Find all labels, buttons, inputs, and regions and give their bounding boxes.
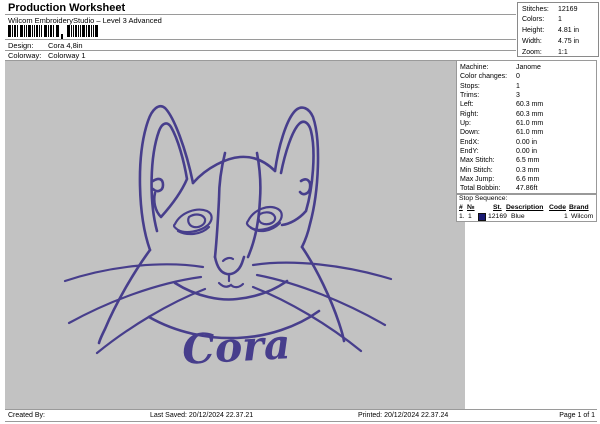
created-by-label: Created By: <box>8 411 45 420</box>
info-row: Machine:Janome <box>460 63 596 72</box>
col-header-num: # <box>459 204 463 212</box>
info-row: Max Jump:6.6 mm <box>460 175 596 184</box>
col-header-description: Description <box>506 204 543 212</box>
thread-color-swatch <box>478 213 486 221</box>
stat-row: Stitches:12169 <box>522 5 598 14</box>
footer-bottom-divider <box>5 421 597 422</box>
stat-row: Width:4.75 in <box>522 37 598 46</box>
stop-row-description: Blue <box>511 213 525 221</box>
app-subtitle: Wilcom EmbroideryStudio – Level 3 Advanc… <box>8 16 162 25</box>
info-row: Left:60.3 mm <box>460 100 596 109</box>
info-row: Color changes:0 <box>460 72 596 81</box>
design-name-text: Cora <box>181 320 292 374</box>
stop-sequence-title: Stop Sequence: <box>459 195 507 203</box>
stop-row-brand: Wilcom <box>571 213 593 221</box>
stop-row-index: 1. <box>459 213 465 221</box>
info-row: Min Stitch:0.3 mm <box>460 166 596 175</box>
col-header-st: St. <box>493 204 502 212</box>
footer-divider <box>5 409 597 410</box>
cat-embroidery-design: Cora <box>5 61 465 409</box>
page-number: Page 1 of 1 <box>559 411 595 420</box>
col-header-brand: Brand <box>569 204 589 212</box>
divider <box>5 14 516 15</box>
design-row: Design:Cora 4,8in <box>8 41 83 50</box>
info-row: EndY:0.00 in <box>460 147 596 156</box>
info-row: Total Bobbin:47.86ft <box>460 184 596 193</box>
stop-row-code: 1 <box>564 213 568 221</box>
info-row: Stops:1 <box>460 82 596 91</box>
info-row: EndX:0.00 in <box>460 138 596 147</box>
info-row: Trims:3 <box>460 91 596 100</box>
design-stats-box: Stitches:12169 Colors:1 Height:4.81 in W… <box>517 2 599 57</box>
page-title: Production Worksheet <box>8 2 125 14</box>
stat-row: Zoom:1:1 <box>522 48 598 57</box>
barcode <box>8 25 108 40</box>
stop-row-stitches: 12169 <box>488 213 507 221</box>
colorway-value: Colorway 1 <box>48 51 86 60</box>
stop-row-number: 1 <box>468 213 472 221</box>
info-row: Right:60.3 mm <box>460 110 596 119</box>
info-row: Down:61.0 mm <box>460 128 596 137</box>
colorway-row: Colorway:Colorway 1 <box>8 51 86 60</box>
design-canvas: Cora <box>5 61 465 409</box>
printed-label: Printed: 20/12/2024 22.37.24 <box>358 411 448 420</box>
design-value: Cora 4,8in <box>48 41 83 50</box>
info-row: Max Stitch:6.5 mm <box>460 156 596 165</box>
last-saved-label: Last Saved: 20/12/2024 22.37.21 <box>150 411 253 420</box>
stat-row: Height:4.81 in <box>522 26 598 35</box>
design-label: Design: <box>8 41 48 50</box>
col-header-no: № <box>467 204 475 212</box>
col-header-code: Code <box>549 204 566 212</box>
stat-row: Colors:1 <box>522 15 598 24</box>
info-row: Up:61.0 mm <box>460 119 596 128</box>
divider <box>5 39 516 40</box>
colorway-label: Colorway: <box>8 51 48 60</box>
machine-info-panel: Machine:Janome Color changes:0 Stops:1 T… <box>456 61 597 194</box>
